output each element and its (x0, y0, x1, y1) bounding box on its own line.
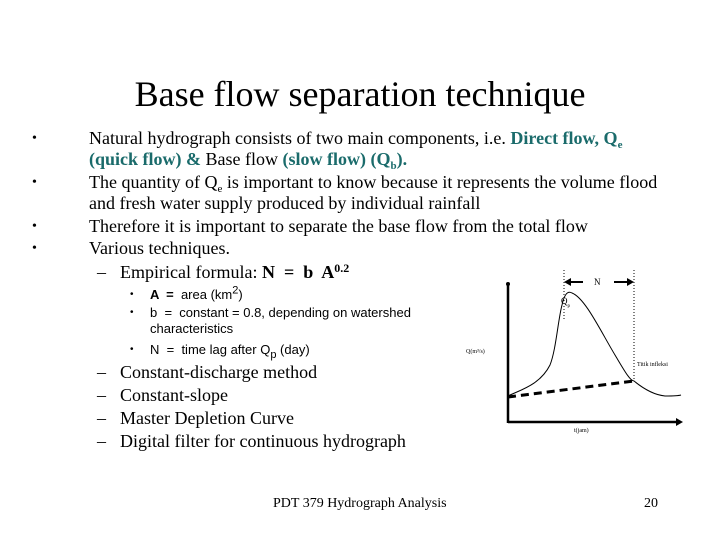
bullet-direct-base-flow: • Natural hydrograph consists of two mai… (32, 128, 699, 172)
method-label: Digital filter for continuous hydrograph (120, 431, 406, 451)
method-item: – Digital filter for continuous hydrograp… (97, 431, 406, 452)
footer-course: PDT 379 Hydrograph Analysis (273, 496, 447, 511)
formula-line: – Empirical formula: N = b A0.2 (97, 262, 349, 283)
bullet-dot: • (32, 219, 37, 234)
formula-text: Empirical formula: N = b A0.2 (120, 261, 350, 282)
base-flow-term: Base flow (205, 149, 283, 169)
footer-page-number: 20 (644, 496, 658, 511)
direct-flow-term: Direct flow, Qe (510, 128, 623, 151)
bullet-dot: • (32, 175, 37, 190)
bullet-text: and fresh water supply produced by indiv… (89, 193, 481, 213)
bullet-qe-importance: • The quantity of Qe is important to kno… (32, 172, 699, 214)
quick-flow-term: (quick flow) & (89, 149, 206, 169)
formula-item-b: • b = constant = 0.8, depending on water… (130, 305, 411, 336)
slide-title: Base flow separation technique (134, 74, 586, 114)
dash-marker: – (97, 385, 106, 405)
method-item: – Constant-discharge method (97, 362, 317, 383)
base-flow-line (507, 379, 635, 399)
y-axis-tip (506, 282, 510, 286)
dash-marker: – (97, 431, 106, 451)
dash-marker: – (97, 262, 106, 282)
inflection-label: Titik infleksi (637, 361, 668, 368)
x-axis-arrowhead (676, 418, 683, 426)
method-item: – Master Depletion Curve (97, 408, 294, 429)
y-axis-label: Q(m³/s) (466, 348, 485, 355)
bullet-text: is important to know because it represen… (222, 172, 658, 192)
slow-flow-term: (slow flow) (Qb). (282, 149, 408, 172)
method-item: – Constant-slope (97, 385, 228, 406)
method-label: Master Depletion Curve (120, 408, 294, 428)
bullet-text: Therefore it is important to separate th… (89, 216, 588, 236)
x-axis-label: t(jam) (574, 427, 589, 434)
bullet-techniques: • Various techniques. (32, 238, 699, 259)
peak-label: Qp (561, 296, 571, 309)
n-label: N (594, 277, 601, 287)
bullet-separate: • Therefore it is important to separate … (32, 216, 699, 237)
method-label: Constant-slope (120, 385, 228, 405)
bullet-text: Natural hydrograph consists of two main … (89, 128, 511, 148)
formula-item-n: • N = time lag after Qp (day) (130, 342, 310, 361)
dash-marker: – (97, 362, 106, 382)
n-arrowhead-left (564, 278, 571, 286)
hydrograph-curve (507, 291, 682, 397)
bullet-text: The quantity of Q (89, 172, 218, 192)
formula-item-a: • A = area (km2) (130, 284, 243, 302)
bullet-dot: • (32, 241, 37, 256)
n-arrowhead-right (627, 278, 634, 286)
bullet-dot: • (32, 131, 37, 146)
dash-marker: – (97, 408, 106, 428)
bullet-text: Various techniques. (89, 238, 230, 258)
method-label: Constant-discharge method (120, 362, 318, 382)
